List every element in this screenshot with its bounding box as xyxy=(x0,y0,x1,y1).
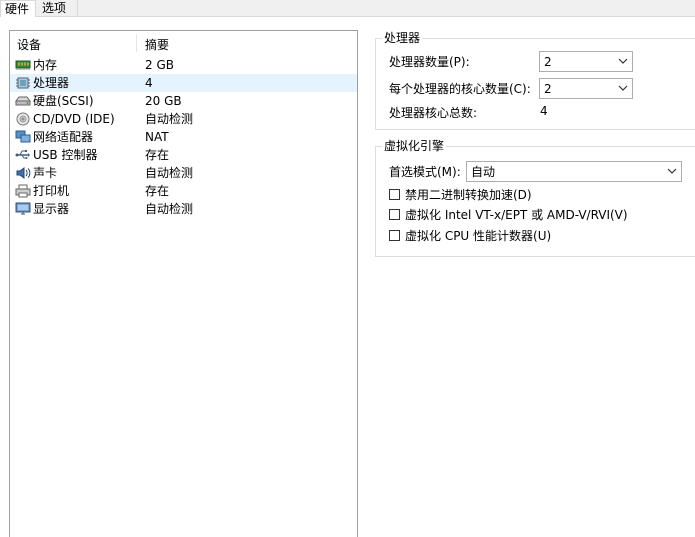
network-adapter-icon xyxy=(15,130,31,143)
printer-icon xyxy=(15,184,31,198)
device-summary: 2 GB xyxy=(145,58,174,72)
checkbox-label: 禁用二进制转换加速(D) xyxy=(405,188,532,202)
usb-icon xyxy=(15,150,30,159)
device-name: CD/DVD (IDE) xyxy=(33,112,115,126)
cores-per-processor-value: 2 xyxy=(544,82,552,96)
column-header-summary[interactable]: 摘要 xyxy=(145,36,169,53)
processors-group-title: 处理器 xyxy=(382,30,423,46)
device-name: 处理器 xyxy=(33,76,70,90)
total-cores-label: 处理器核心总数: xyxy=(389,106,478,120)
device-summary: NAT xyxy=(145,130,169,144)
device-summary: 存在 xyxy=(145,148,170,162)
device-row-hard-disk[interactable]: 硬盘(SCSI) 20 GB xyxy=(10,92,357,110)
device-summary: 自动检测 xyxy=(145,112,194,126)
virtualization-engine-title: 虚拟化引擎 xyxy=(382,138,447,154)
device-summary: 20 GB xyxy=(145,94,182,108)
display-icon xyxy=(15,202,31,215)
tab-hardware[interactable]: 硬件 xyxy=(0,0,36,17)
total-cores-value: 4 xyxy=(540,104,548,118)
checkbox-label: 虚拟化 CPU 性能计数器(U) xyxy=(405,229,552,243)
device-list[interactable]: 设备 摘要 内存 2 GB 处理器 4 硬盘(SCSI) 20 GB CD/DV… xyxy=(9,30,358,537)
chevron-down-icon xyxy=(618,85,628,91)
device-row-memory[interactable]: 内存 2 GB xyxy=(10,56,357,74)
preferred-mode-label: 首选模式(M): xyxy=(389,165,461,179)
column-separator[interactable] xyxy=(136,34,137,52)
preferred-mode-value: 自动 xyxy=(471,165,496,179)
device-name: 声卡 xyxy=(33,166,58,180)
checkbox-label: 虚拟化 Intel VT-x/EPT 或 AMD-V/RVI(V) xyxy=(405,208,628,222)
device-summary: 存在 xyxy=(145,184,170,198)
preferred-mode-select[interactable]: 自动 xyxy=(466,161,682,182)
device-name: 打印机 xyxy=(33,184,70,198)
device-row-cd-dvd[interactable]: CD/DVD (IDE) 自动检测 xyxy=(10,110,357,128)
virtualize-cpu-counters-checkbox[interactable] xyxy=(389,230,400,241)
processor-icon xyxy=(16,77,30,89)
processor-count-label: 处理器数量(P): xyxy=(389,55,470,69)
cores-per-processor-select[interactable]: 2 xyxy=(539,78,633,99)
chevron-down-icon xyxy=(667,168,677,174)
column-header-device[interactable]: 设备 xyxy=(17,36,41,53)
device-rows: 内存 2 GB 处理器 4 硬盘(SCSI) 20 GB CD/DVD (IDE… xyxy=(10,56,357,218)
cores-per-processor-label: 每个处理器的核心数量(C): xyxy=(389,82,531,96)
device-name: USB 控制器 xyxy=(33,148,98,162)
device-name: 网络适配器 xyxy=(33,130,94,144)
virtualize-vtx-checkbox[interactable] xyxy=(389,209,400,220)
device-summary: 4 xyxy=(145,76,153,90)
device-summary: 自动检测 xyxy=(145,166,194,180)
sound-card-icon xyxy=(16,167,31,179)
device-row-display[interactable]: 显示器 自动检测 xyxy=(10,200,357,218)
device-name: 硬盘(SCSI) xyxy=(33,94,94,108)
device-row-processor[interactable]: 处理器 4 xyxy=(10,74,357,92)
tab-strip: 硬件 选项 xyxy=(0,0,695,17)
tab-options[interactable]: 选项 xyxy=(38,0,78,16)
cd-dvd-icon xyxy=(16,112,30,126)
processor-count-value: 2 xyxy=(544,55,552,69)
disable-binary-translation-checkbox[interactable] xyxy=(389,189,400,200)
device-row-sound-card[interactable]: 声卡 自动检测 xyxy=(10,164,357,182)
device-row-printer[interactable]: 打印机 存在 xyxy=(10,182,357,200)
device-row-usb-controller[interactable]: USB 控制器 存在 xyxy=(10,146,357,164)
device-name: 显示器 xyxy=(33,202,70,216)
hard-disk-icon xyxy=(15,96,31,106)
tab-strip-border xyxy=(0,16,695,17)
device-summary: 自动检测 xyxy=(145,202,194,216)
processor-count-select[interactable]: 2 xyxy=(539,51,633,72)
memory-icon xyxy=(15,60,31,70)
device-name: 内存 xyxy=(33,58,58,72)
chevron-down-icon xyxy=(618,58,628,64)
device-row-network-adapter[interactable]: 网络适配器 NAT xyxy=(10,128,357,146)
